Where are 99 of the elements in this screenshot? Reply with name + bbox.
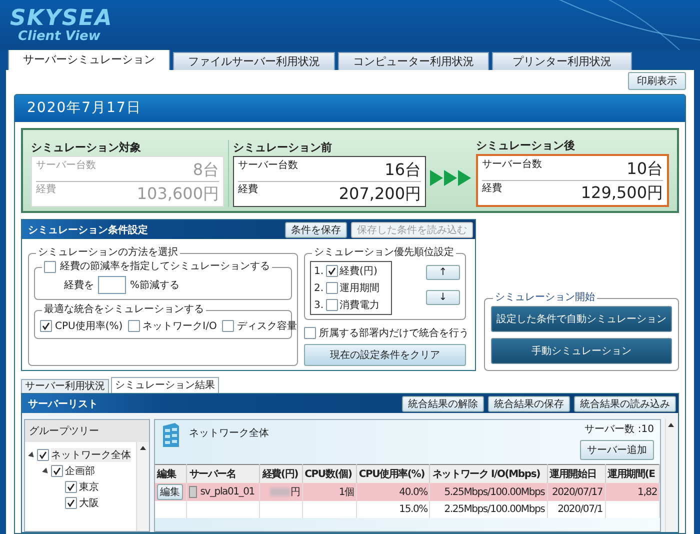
print-button[interactable]: 印刷表示 bbox=[628, 72, 686, 90]
logo-text: Client View bbox=[17, 30, 102, 42]
checkbox[interactable] bbox=[222, 320, 234, 332]
date-title: 2020年7月17日 bbox=[15, 95, 685, 122]
field-label: サーバー台数 bbox=[36, 158, 96, 172]
field-label: 経費を bbox=[64, 278, 94, 292]
cost-value: 129,500円 bbox=[580, 183, 663, 204]
checkbox-label: CPU使用率(%) bbox=[55, 320, 123, 333]
priority-number: 3. bbox=[314, 300, 324, 310]
move-up-button[interactable]: ↑ bbox=[426, 265, 460, 280]
percent-field[interactable] bbox=[98, 276, 126, 294]
tab[interactable]: プリンター利用状況 bbox=[492, 52, 632, 70]
column-header: 経費(円) bbox=[260, 464, 302, 483]
toolbar-button[interactable]: 統合結果の読み込み bbox=[574, 396, 676, 412]
column-header: サーバー名 bbox=[186, 464, 260, 483]
checkbox[interactable] bbox=[304, 327, 316, 339]
checkbox-label: ネットワークI/O bbox=[142, 320, 217, 333]
tab[interactable]: サーバー利用状況 bbox=[21, 379, 109, 393]
server-count: サーバー数 :10 bbox=[584, 423, 654, 436]
cost-value: 207,200円 bbox=[338, 184, 421, 205]
building-icon bbox=[161, 422, 181, 448]
table-cell: 5.25Mbps/100.00Mbps bbox=[444, 486, 545, 498]
tab[interactable]: コンピューター利用状況 bbox=[338, 52, 489, 70]
toolbar-button[interactable]: 条件を保存 bbox=[285, 222, 347, 238]
tree-title: グループツリー bbox=[25, 420, 149, 442]
tree-item[interactable]: 大阪 bbox=[79, 496, 99, 510]
scrollbar[interactable] bbox=[136, 442, 149, 531]
arrows-icon bbox=[430, 169, 472, 187]
toolbar-button[interactable]: 統合結果の保存 bbox=[488, 396, 570, 412]
group-title: シミュレーション開始 bbox=[494, 292, 596, 304]
scrollbar[interactable] bbox=[665, 419, 676, 532]
checkbox[interactable] bbox=[37, 449, 49, 461]
tree-item[interactable]: 東京 bbox=[79, 480, 99, 494]
group-title: 最適な統合をシミュレーションする bbox=[43, 304, 205, 316]
priority-number: 2. bbox=[314, 282, 324, 294]
tab[interactable]: サーバーシミュレーション bbox=[8, 49, 170, 70]
card-title: シミュレーション後 bbox=[476, 138, 576, 153]
tree-item[interactable]: ネットワーク全体 bbox=[51, 448, 131, 462]
card-title: シミュレーション対象 bbox=[31, 140, 142, 155]
edit-button[interactable]: 編集 bbox=[157, 484, 183, 500]
server-count: 8台 bbox=[192, 160, 219, 181]
checkbox[interactable] bbox=[326, 265, 338, 277]
toolbar-button[interactable]: 統合結果の解除 bbox=[402, 396, 484, 412]
card-title: シミュレーション前 bbox=[233, 140, 333, 155]
field-label: 経費 bbox=[238, 182, 258, 196]
tree-item[interactable]: 企画部 bbox=[65, 464, 95, 478]
group-name: ネットワーク全体 bbox=[189, 427, 270, 440]
field-label: サーバー台数 bbox=[482, 158, 542, 171]
field-label: 経費 bbox=[36, 182, 56, 196]
checkbox-label: 経費の節減率を指定してシミュレーションする bbox=[60, 261, 270, 273]
column-header: CPU数(個) bbox=[302, 464, 356, 483]
checkbox[interactable] bbox=[44, 261, 56, 273]
checkbox[interactable] bbox=[51, 465, 63, 477]
field-label: 経費 bbox=[482, 182, 502, 195]
cost-value: 103,600円 bbox=[136, 184, 219, 205]
column-header: 運用期間(E bbox=[605, 464, 660, 483]
table-cell: 2020/07/1 bbox=[558, 504, 603, 515]
table-cell: 2.25Mbps/100.00Mbps bbox=[444, 504, 545, 515]
table-cell: 40.0% bbox=[399, 486, 428, 498]
checkbox-label: 所属する部署内だけで統合を行う bbox=[319, 326, 469, 340]
checkbox[interactable] bbox=[326, 282, 338, 294]
group-title: シミュレーションの方法を選択 bbox=[37, 247, 179, 259]
column-header: CPU使用率(%) bbox=[356, 464, 430, 483]
redacted-value bbox=[270, 488, 290, 496]
checkbox-label: 経費(円) bbox=[340, 264, 378, 278]
clear-button[interactable]: 現在の設定条件をクリア bbox=[304, 344, 466, 366]
field-label: %節減する bbox=[130, 278, 180, 292]
column-header: ネットワーク I/O(Mbps) bbox=[430, 464, 548, 483]
logo-text: SKYSEA bbox=[10, 8, 113, 30]
table-cell: 円 bbox=[290, 487, 300, 498]
table-cell: 2020/07/17 bbox=[552, 486, 603, 498]
simulation-button[interactable]: 手動シミュレーション bbox=[491, 338, 672, 364]
tab[interactable]: シミュレーション結果 bbox=[111, 377, 219, 393]
checkbox-label: 運用期間 bbox=[340, 282, 380, 295]
column-header: 編集 bbox=[155, 464, 187, 483]
table-cell: sv_pla01_01 bbox=[200, 486, 254, 498]
add-server-button[interactable]: サーバー追加 bbox=[580, 440, 654, 460]
checkbox[interactable] bbox=[65, 481, 77, 493]
checkbox-label: ディスク容量 bbox=[236, 320, 297, 333]
panel-title: シミュレーション条件設定 bbox=[28, 223, 148, 236]
table-cell: 1,82 bbox=[638, 486, 657, 498]
simulation-button[interactable]: 設定した条件で自動シミュレーション bbox=[491, 306, 672, 332]
column-header: 運用開始日 bbox=[547, 464, 606, 483]
move-down-button[interactable]: ↓ bbox=[426, 290, 460, 305]
server-count: 16台 bbox=[384, 160, 421, 181]
checkbox[interactable] bbox=[40, 320, 52, 332]
checkbox[interactable] bbox=[65, 497, 77, 509]
table-cell: 1個 bbox=[338, 487, 354, 498]
tab[interactable]: ファイルサーバー利用状況 bbox=[173, 52, 335, 70]
field-label: サーバー台数 bbox=[238, 158, 298, 172]
table-cell: 15.0% bbox=[399, 504, 428, 515]
panel-title: サーバーリスト bbox=[28, 398, 98, 410]
checkbox[interactable] bbox=[128, 320, 140, 332]
checkbox[interactable] bbox=[326, 299, 338, 311]
server-count: 10台 bbox=[626, 159, 663, 180]
server-icon bbox=[189, 486, 198, 498]
priority-number: 1. bbox=[314, 266, 324, 276]
group-title: シミュレーション優先順位設定 bbox=[313, 247, 455, 259]
checkbox-label: 消費電力 bbox=[340, 298, 380, 312]
